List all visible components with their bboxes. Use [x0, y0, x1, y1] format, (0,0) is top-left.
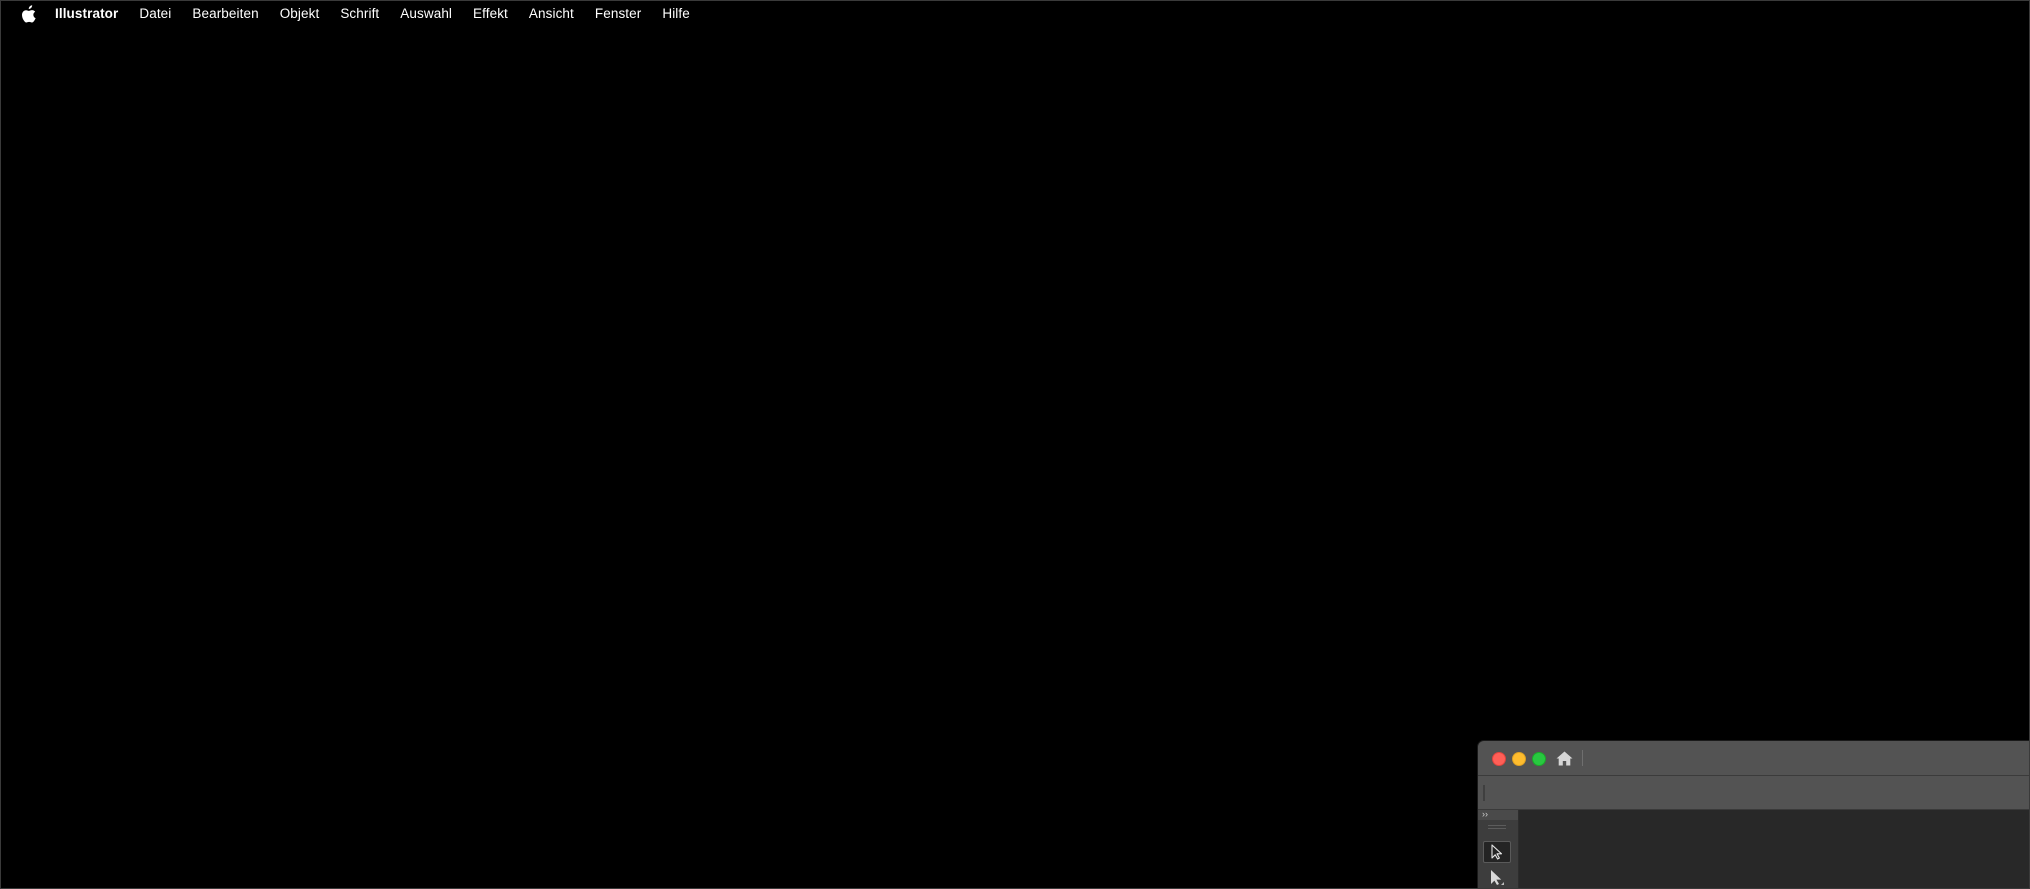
apple-logo-icon[interactable] — [21, 4, 37, 23]
close-window-button[interactable] — [1492, 752, 1506, 766]
collapse-panel-icon[interactable]: ›› — [1482, 809, 1488, 819]
menu-effekt[interactable]: Effekt — [473, 6, 508, 21]
desktop-screen: Illustrator Datei Bearbeiten Objekt Schr… — [0, 0, 2030, 889]
direct-selection-tool-icon[interactable] — [1483, 867, 1511, 888]
menu-app-name[interactable]: Illustrator — [55, 6, 118, 21]
menu-hilfe[interactable]: Hilfe — [662, 6, 690, 21]
menu-bearbeiten[interactable]: Bearbeiten — [192, 6, 258, 21]
maximize-window-button[interactable] — [1532, 752, 1546, 766]
window-titlebar[interactable] — [1478, 741, 2029, 776]
document-canvas-area[interactable] — [1519, 810, 2029, 888]
menu-datei[interactable]: Datei — [139, 6, 171, 21]
menu-objekt[interactable]: Objekt — [280, 6, 320, 21]
home-icon[interactable] — [1553, 748, 1575, 768]
minimize-window-button[interactable] — [1512, 752, 1526, 766]
tools-panel-header[interactable]: ›› — [1478, 809, 1518, 820]
menu-schrift[interactable]: Schrift — [340, 6, 379, 21]
menu-bar: Illustrator Datei Bearbeiten Objekt Schr… — [1, 1, 2029, 26]
tools-panel-grip[interactable] — [1488, 825, 1506, 829]
control-bar-grip[interactable] — [1483, 785, 1485, 801]
control-bar — [1478, 776, 2029, 810]
illustrator-window: ›› — [1478, 741, 2029, 888]
selection-tool-icon[interactable] — [1483, 841, 1511, 863]
menu-ansicht[interactable]: Ansicht — [529, 6, 574, 21]
titlebar-divider — [1582, 750, 1583, 766]
tools-panel: ›› — [1478, 809, 1519, 888]
menu-auswahl[interactable]: Auswahl — [400, 6, 452, 21]
menu-fenster[interactable]: Fenster — [595, 6, 641, 21]
